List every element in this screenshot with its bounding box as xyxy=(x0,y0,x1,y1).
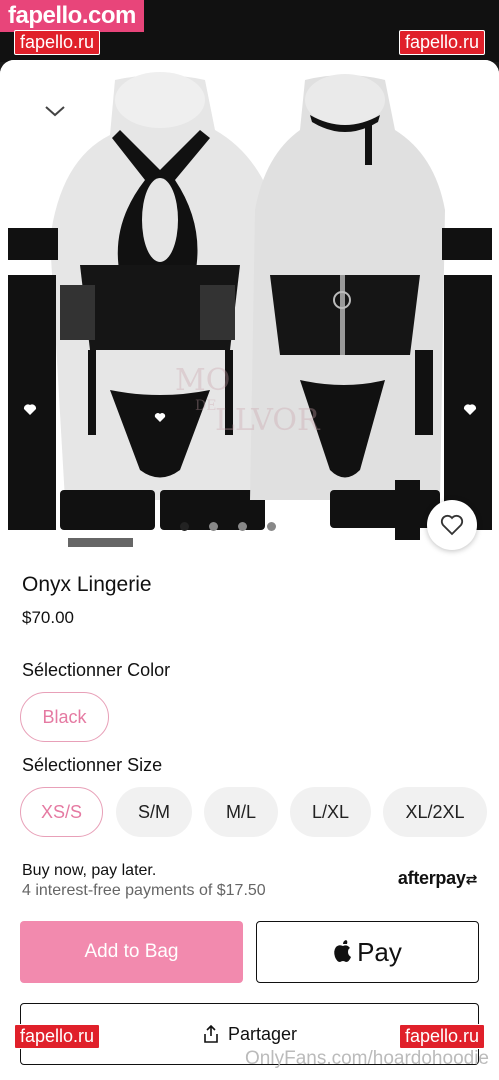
afterpay-logo-icon[interactable]: afterpay⇄ xyxy=(398,868,477,889)
watermark-badge-top-right: fapello.ru xyxy=(398,30,485,55)
watermark-onlyfans: OnlyFans.com/hoardohoodie xyxy=(245,1048,489,1069)
gallery-dot[interactable] xyxy=(238,522,247,531)
image-watermark-line-1: MO xyxy=(175,363,230,398)
apple-pay-button[interactable]: Pay xyxy=(256,921,479,983)
gallery-dot[interactable] xyxy=(209,522,218,531)
share-label: Partager xyxy=(227,1023,298,1044)
product-image-gallery[interactable]: MO DE LLVOR xyxy=(0,60,499,560)
watermark-fapello-com: fapello.com xyxy=(0,0,144,32)
heart-icon xyxy=(440,514,464,536)
size-option-xs-s[interactable]: XS/S xyxy=(20,787,103,837)
image-watermark-line-3: LLVOR xyxy=(215,403,321,438)
color-label: Sélectionner Color xyxy=(22,660,171,680)
size-label: Sélectionner Size xyxy=(22,755,163,775)
size-option-m-l[interactable]: M/L xyxy=(204,787,278,837)
size-option-s-m[interactable]: S/M xyxy=(116,787,192,837)
apple-pay-label: Pay xyxy=(357,936,402,967)
add-to-bag-button[interactable]: Add to Bag xyxy=(20,921,243,983)
watermark-badge-bottom-left: fapello.ru xyxy=(14,1024,101,1049)
bnpl-headline: Buy now, pay later. xyxy=(22,862,157,879)
apple-icon xyxy=(334,940,352,962)
color-option-black[interactable]: Black xyxy=(20,692,109,742)
size-option-xl-2xl[interactable]: XL/2XL xyxy=(383,787,487,837)
gallery-pagination xyxy=(180,522,276,531)
product-image: MO DE LLVOR xyxy=(8,72,492,547)
size-option-l-xl[interactable]: L/XL xyxy=(290,787,371,837)
product-price: $70.00 xyxy=(22,608,74,627)
share-icon xyxy=(204,1025,218,1043)
afterpay-logo-text: afterpay xyxy=(397,868,466,888)
chevron-down-icon[interactable] xyxy=(44,100,66,122)
product-sheet: MO DE LLVOR Onyx Lingerie $70.00 Sélecti… xyxy=(0,60,499,1080)
bnpl-installments: 4 interest-free payments of $17.50 xyxy=(22,882,266,899)
watermark-badge-bottom-right: fapello.ru xyxy=(398,1024,485,1049)
image-watermark-line-2: DE xyxy=(195,398,216,414)
favorite-button[interactable] xyxy=(427,500,477,550)
gallery-dot[interactable] xyxy=(267,522,276,531)
gallery-dot[interactable] xyxy=(180,522,189,531)
watermark-badge-top-left: fapello.ru xyxy=(14,30,101,55)
product-title: Onyx Lingerie xyxy=(22,573,152,596)
